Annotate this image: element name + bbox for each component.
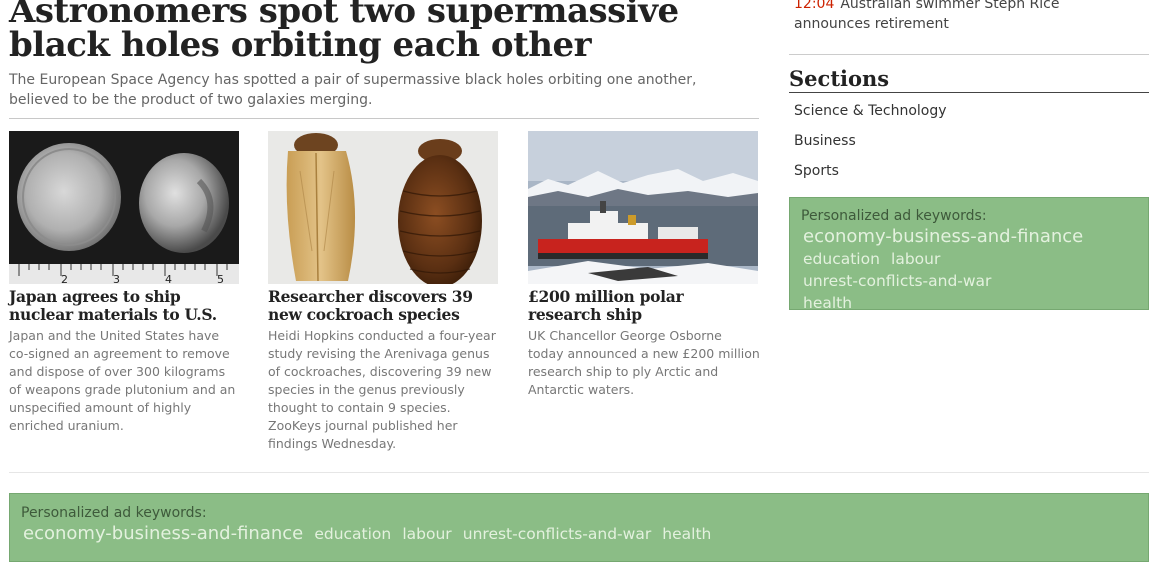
story-image-plutonium[interactable]: 2 3 4 5 [9, 131, 239, 284]
ad-keyword[interactable]: unrest-conflicts-and-war [463, 525, 651, 543]
ad-keywords-label: Personalized ad keywords: [801, 208, 987, 224]
story-card-polar-ship: £200 million polar research ship UK Chan… [528, 131, 760, 399]
story-image-cockroach[interactable] [268, 131, 498, 284]
sidebar-ad-keywords: Personalized ad keywords: economy-busine… [789, 197, 1149, 312]
story-image-ship[interactable] [528, 131, 758, 284]
article-headline[interactable]: Astronomers spot two supermassive black … [9, 0, 769, 62]
polar-ship-photo [528, 131, 758, 284]
divider [9, 472, 1149, 473]
ad-keyword[interactable]: labour [402, 525, 451, 543]
news-ticker-item[interactable]: 12:04 Australian swimmer Steph Rice annou… [794, 0, 1139, 34]
ruler-number: 2 [61, 273, 68, 284]
story-summary: Japan and the United States have co-sign… [9, 328, 236, 433]
section-link-business[interactable]: Business [794, 133, 856, 149]
section-link-science-technology[interactable]: Science & Technology [794, 103, 947, 119]
cockroach-specimens-photo [268, 131, 498, 284]
article-summary: The European Space Agency has spotted a … [9, 72, 697, 108]
story-summary: UK Chancellor George Osborne today annou… [528, 328, 760, 397]
bottom-ad-keywords: Personalized ad keywords: economy-busine… [9, 493, 1149, 562]
divider [9, 118, 759, 119]
ad-keyword[interactable]: education [314, 525, 391, 543]
ad-keyword[interactable]: unrest-conflicts-and-war [803, 272, 991, 290]
ad-keyword[interactable]: education [803, 250, 880, 268]
sidebar-divider [789, 54, 1149, 55]
sections-heading: Sections [789, 66, 1149, 93]
story-title[interactable]: Researcher discovers 39 new cockroach sp… [268, 288, 500, 324]
ruler-number: 5 [217, 273, 224, 284]
story-title[interactable]: Japan agrees to ship nuclear materials t… [9, 288, 241, 324]
ad-keyword[interactable]: labour [891, 250, 940, 268]
ticker-time: 12:04 [794, 0, 835, 12]
story-card-cockroach: Researcher discovers 39 new cockroach sp… [268, 131, 500, 453]
ad-keyword[interactable]: health [803, 294, 852, 312]
plutonium-discs-photo: 2 3 4 5 [9, 131, 239, 284]
story-title[interactable]: £200 million polar research ship [528, 288, 760, 324]
ad-keyword[interactable]: health [662, 525, 711, 543]
ruler-number: 4 [165, 273, 172, 284]
ruler-number: 3 [113, 273, 120, 284]
section-link-sports[interactable]: Sports [794, 163, 839, 179]
ad-keywords-label: Personalized ad keywords: [21, 505, 207, 521]
ad-keyword[interactable]: economy-business-and-finance [23, 523, 303, 544]
story-summary: Heidi Hopkins conducted a four-year stud… [268, 328, 496, 451]
story-card-nuclear: 2 3 4 5 Japan agrees to ship nuclear mat… [9, 131, 241, 435]
ad-keyword[interactable]: economy-business-and-finance [803, 226, 1083, 247]
